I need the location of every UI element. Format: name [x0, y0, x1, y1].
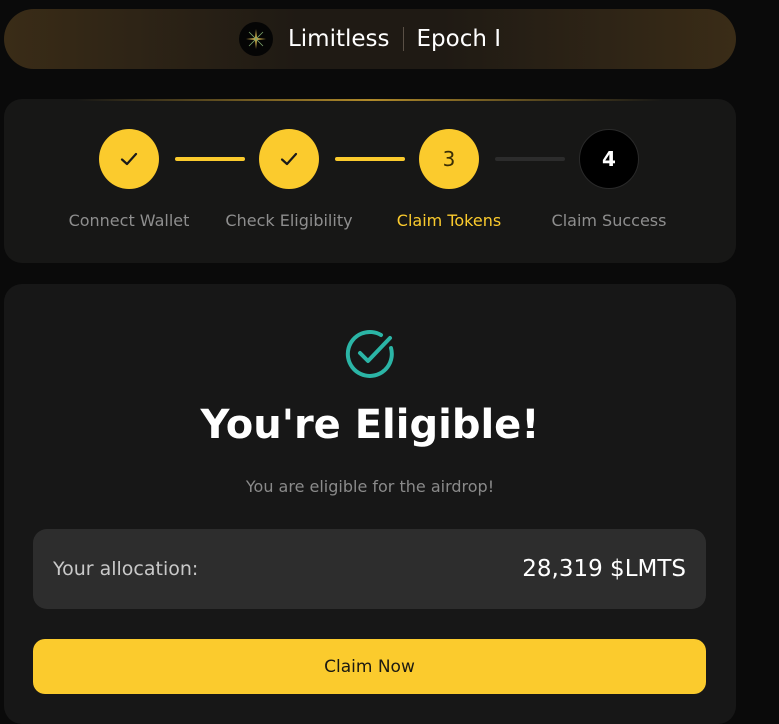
step-4-circle: 4 [579, 129, 639, 189]
brand-name: Limitless [287, 26, 390, 52]
sparkle-star-icon[interactable] [238, 22, 273, 56]
step-4-label: Claim Success [551, 211, 667, 230]
check-circle-icon [345, 329, 394, 378]
step-2-label: Check Eligibility [225, 211, 353, 230]
top-header-bar: Limitless Epoch I [4, 9, 736, 69]
step-3-circle: 3 [419, 129, 479, 189]
step-1-label: Connect Wallet [68, 211, 190, 230]
eligibility-result-card: You're Eligible! You are eligible for th… [4, 284, 736, 724]
allocation-value: 28,319 $LMTS [522, 556, 686, 582]
claim-now-button[interactable]: Claim Now [33, 639, 706, 694]
epoch-label: Epoch I [416, 26, 502, 52]
check-icon [280, 152, 298, 166]
check-icon [120, 152, 138, 166]
step-connector-3 [495, 157, 565, 161]
step-connector-1 [175, 157, 245, 161]
eligibility-title: You're Eligible! [200, 402, 540, 448]
allocation-box: Your allocation: 28,319 $LMTS [33, 529, 706, 609]
step-connector-2 [335, 157, 405, 161]
eligibility-subtitle: You are eligible for the airdrop! [245, 477, 495, 496]
step-3-label: Claim Tokens [396, 211, 502, 230]
claim-progress-stepper: 3 4 Connect Wallet Check Eligibility Cla… [4, 99, 736, 263]
step-1-check-circle [99, 129, 159, 189]
step-2-check-circle [259, 129, 319, 189]
allocation-label: Your allocation: [53, 558, 199, 580]
header-divider [402, 27, 404, 51]
